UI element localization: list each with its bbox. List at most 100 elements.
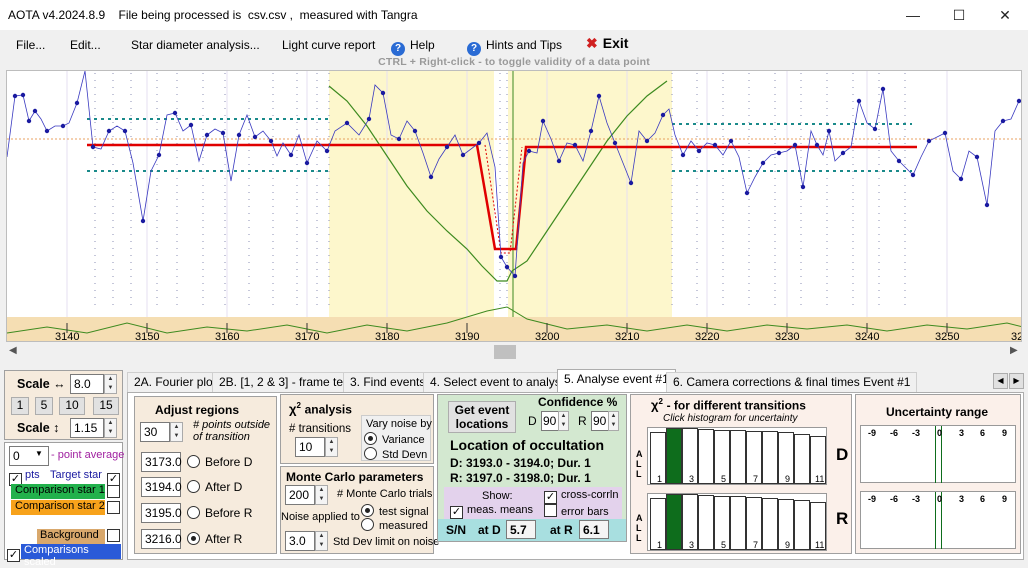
get-event-line2: locations — [455, 417, 509, 431]
points-outside-spinner[interactable]: ▲ ▼ — [170, 422, 183, 442]
tab-select-event[interactable]: 4. Select event to analyse — [423, 372, 575, 392]
before-r-radio[interactable]: Before R — [187, 506, 252, 520]
hist-bar[interactable] — [762, 498, 778, 550]
points-outside-input[interactable]: 30 — [140, 422, 170, 442]
r-uncert-tick: 0 — [937, 494, 943, 504]
menu-star-diameter[interactable]: Star diameter analysis... — [131, 38, 260, 52]
before-d-input[interactable]: 3173.0 — [141, 452, 182, 472]
menu-hints[interactable]: ? Hints and Tips — [467, 38, 562, 56]
r-x-label: 9 — [785, 540, 791, 550]
measured-radio[interactable]: measured — [361, 518, 428, 532]
hist-bar[interactable] — [698, 495, 714, 550]
transitions-spinner[interactable]: ▲ ▼ — [325, 437, 338, 457]
check-icon: ✓ — [7, 549, 20, 562]
preset-10-button[interactable]: 10 — [59, 397, 85, 415]
sd-limit-label: Std Dev limit on noise — [333, 536, 440, 548]
cross-corr-checkbox[interactable]: ✓ cross-corrln — [544, 489, 618, 504]
conf-d-input[interactable]: 90 — [541, 411, 559, 431]
menu-help-label: Help — [410, 38, 435, 52]
hist-bar-selected[interactable] — [666, 494, 682, 550]
tab-fourier[interactable]: 2A. Fourier plot — [127, 372, 224, 392]
target-star-checkbox[interactable]: ✓ — [107, 469, 124, 486]
hist-bar[interactable] — [730, 430, 746, 484]
stddev-label: Std Devn — [382, 449, 428, 461]
scroll-right-icon[interactable]: ▶ — [1010, 345, 1018, 356]
preset-5-button[interactable]: 5 — [35, 397, 53, 415]
light-curve-svg[interactable] — [7, 71, 1022, 342]
error-bars-checkbox[interactable]: error bars — [544, 504, 609, 518]
minimize-button[interactable]: — — [890, 0, 936, 30]
conf-r-input[interactable]: 90 — [591, 411, 609, 431]
vary-noise-label: Vary noise by — [366, 418, 432, 430]
trials-input[interactable]: 200 — [285, 485, 315, 505]
sd-limit-input[interactable]: 3.0 — [285, 531, 315, 551]
sd-limit-spinner[interactable]: ▲ ▼ — [315, 531, 328, 551]
scale-v-input[interactable]: 1.15 — [70, 418, 104, 438]
x-tick-label: 3210 — [615, 331, 640, 342]
tab-frame-test[interactable]: 2B. [1, 2 & 3] - frame test — [212, 372, 360, 392]
conf-r-spinner[interactable]: ▲ ▼ — [608, 411, 619, 431]
tab-find-events[interactable]: 3. Find events — [343, 372, 433, 392]
tab-scroll-right-icon[interactable]: ▶ — [1009, 373, 1024, 389]
menu-exit[interactable]: ✖ Exit — [586, 35, 628, 52]
r-uncert-tick: 3 — [959, 494, 965, 504]
test-signal-radio[interactable]: test signal — [361, 504, 429, 518]
hist-bar[interactable] — [794, 434, 810, 484]
tab-scroll-left-icon[interactable]: ◀ — [993, 373, 1008, 389]
before-d-radio[interactable]: Before D — [187, 455, 252, 469]
conf-d-spinner[interactable]: ▲ ▼ — [558, 411, 569, 431]
hist-bar[interactable] — [730, 496, 746, 550]
after-d-radio[interactable]: After D — [187, 480, 242, 494]
comp2-swatch: Comparison star 2 — [11, 500, 105, 515]
after-r-input[interactable]: 3216.0 — [141, 529, 182, 549]
meas-means-checkbox[interactable]: ✓ meas. means — [450, 504, 533, 519]
stddev-radio[interactable]: Std Devn — [364, 447, 427, 461]
preset-1-button[interactable]: 1 — [11, 397, 29, 415]
menu-help[interactable]: ? Help — [391, 38, 435, 56]
hist-bar-selected[interactable] — [666, 428, 682, 484]
scale-h-spinner[interactable]: ▲ ▼ — [104, 374, 117, 394]
scroll-thumb[interactable] — [494, 345, 516, 359]
scroll-left-icon[interactable]: ◀ — [9, 345, 17, 356]
d-histogram[interactable] — [647, 427, 827, 485]
point-average-select[interactable]: 0 — [9, 446, 49, 466]
show-label: Show: — [482, 490, 513, 502]
get-event-line1: Get event — [454, 403, 510, 417]
before-d-label: Before D — [205, 455, 253, 469]
hist-bar[interactable] — [698, 429, 714, 484]
comp2-checkbox[interactable] — [107, 501, 124, 515]
maximize-button[interactable]: ☐ — [936, 0, 982, 30]
hist-bar[interactable] — [762, 431, 778, 484]
plot-scrollbar[interactable]: ◀ ▶ — [6, 343, 1022, 361]
get-event-locations-button[interactable]: Get event locations — [448, 401, 516, 433]
variance-radio[interactable]: Variance — [364, 432, 425, 446]
transitions-input[interactable]: 10 — [295, 437, 325, 457]
background-checkbox[interactable] — [107, 529, 124, 543]
sn-at-d-label: at D — [478, 523, 501, 537]
before-r-input[interactable]: 3195.0 — [141, 503, 182, 523]
chi2-hist-subtitle: Click histogram for uncertainty — [663, 413, 798, 424]
all-a: A — [636, 513, 643, 523]
cross-corr-label: cross-corrln — [561, 489, 619, 501]
menu-light-curve-report[interactable]: Light curve report — [282, 38, 375, 52]
tab-camera-corrections[interactable]: 6. Camera corrections & final times Even… — [666, 372, 918, 392]
after-r-radio[interactable]: After R — [187, 532, 242, 546]
scale-v-spinner[interactable]: ▲ ▼ — [104, 418, 117, 438]
light-curve-plot[interactable]: 3140 3150 3160 3170 3180 3190 3200 3210 … — [6, 70, 1022, 342]
menu-edit[interactable]: Edit... — [70, 38, 101, 52]
chevron-down-icon[interactable]: ▼ — [35, 449, 43, 458]
tab-analyse-event[interactable]: 5. Analyse event #1 — [557, 369, 676, 393]
after-d-input[interactable]: 3194.0 — [141, 477, 182, 497]
all-l1: L — [636, 459, 642, 469]
trials-spinner[interactable]: ▲ ▼ — [315, 485, 328, 505]
scale-h-input[interactable]: 8.0 — [70, 374, 104, 394]
hist-bar[interactable] — [794, 500, 810, 550]
r-histogram[interactable] — [647, 493, 827, 551]
close-window-button[interactable]: ✕ — [982, 0, 1028, 30]
comp1-checkbox[interactable] — [107, 485, 124, 499]
preset-15-button[interactable]: 15 — [93, 397, 119, 415]
menu-file[interactable]: File... — [16, 38, 45, 52]
x-tick-label: 3230 — [775, 331, 800, 342]
event-gap — [494, 71, 508, 319]
x-tick-label: 3250 — [935, 331, 960, 342]
